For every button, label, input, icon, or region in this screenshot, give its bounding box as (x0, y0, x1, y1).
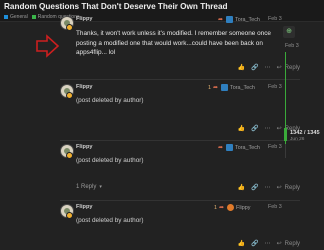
reply-icon: ↩ (276, 185, 282, 191)
topic-title[interactable]: Random Questions That Don't Deserve Thei… (4, 2, 324, 12)
post: Flippy 1 ➦ Tora_Tech Feb 3 (post deleted… (0, 84, 300, 136)
like-icon[interactable]: 👍 (238, 64, 245, 71)
reply-to-tab[interactable]: ➦ Tora_Tech (218, 144, 260, 151)
like-icon[interactable]: 👍 (238, 240, 245, 247)
user-avatar-icon (226, 16, 234, 23)
reply-to-tab[interactable]: 1 ➦ Flippy (214, 204, 250, 211)
post-date[interactable]: Feb 3 (268, 144, 282, 150)
reply-to-user: Flippy (236, 204, 251, 211)
timeline-position-date: Jun 26 (290, 137, 305, 142)
reply-to-tab[interactable]: 1 ➦ Tora_Tech (208, 84, 255, 91)
reply-to-user: Tora_Tech (230, 84, 255, 91)
post-body: Thanks, it won't work unless it's modifi… (76, 30, 271, 57)
reply-count: 1 (214, 204, 217, 211)
flair-badge-icon (66, 24, 73, 31)
post-divider (60, 79, 300, 80)
flair-badge-icon (66, 152, 73, 159)
link-icon[interactable]: 🔗 (251, 64, 258, 71)
timeline-scroll-handle[interactable] (284, 128, 287, 141)
post-date[interactable]: Feb 3 (268, 204, 282, 210)
more-icon[interactable]: ⋯ (265, 64, 271, 71)
fire-avatar-icon (227, 204, 235, 211)
reply-arrow-icon: ➦ (218, 145, 224, 151)
reply-icon: ↩ (276, 241, 282, 247)
like-icon[interactable]: 👍 (238, 125, 245, 132)
post-body: (post deleted by author) (76, 97, 144, 104)
user-avatar-icon (221, 84, 229, 91)
post: Flippy ➦ Tora_Tech Feb 3 Thanks, it won'… (0, 16, 300, 74)
more-icon[interactable]: ⋯ (265, 240, 271, 247)
reply-arrow-icon: ➦ (213, 85, 219, 91)
post-divider (60, 200, 300, 201)
topic-timeline: ⊕ Feb 3 1342 / 1345 Jun 26 (283, 26, 324, 250)
timeline-position: 1342 / 1345 (290, 130, 320, 136)
post-author[interactable]: Flippy (76, 16, 92, 22)
post-divider (60, 140, 300, 141)
reply-icon: ↩ (276, 65, 282, 71)
topic-nav-button[interactable]: ⊕ (283, 26, 295, 38)
flair-badge-icon (66, 92, 73, 99)
post-body: (post deleted by author) (76, 217, 144, 224)
post-author[interactable]: Flippy (76, 84, 92, 90)
replies-summary: 1 Reply (76, 184, 97, 190)
link-icon[interactable]: 🔗 (251, 184, 258, 191)
post-author[interactable]: Flippy (76, 204, 92, 210)
timeline-start-date[interactable]: Feb 3 (285, 43, 299, 49)
like-icon[interactable]: 👍 (238, 184, 245, 191)
post: Flippy ➦ Tora_Tech Feb 3 (post deleted b… (0, 144, 300, 200)
reply-to-user: Tora_Tech (235, 144, 260, 151)
reply-arrow-icon: ➦ (218, 17, 224, 23)
user-avatar-icon (226, 144, 234, 151)
post: Flippy 1 ➦ Flippy Feb 3 (post deleted by… (0, 204, 300, 250)
post-date[interactable]: Feb 3 (268, 16, 282, 22)
chevron-down-icon: ▾ (99, 184, 102, 190)
post-date[interactable]: Feb 3 (268, 84, 282, 90)
reply-count: 1 (208, 84, 211, 91)
more-icon[interactable]: ⋯ (265, 125, 271, 132)
link-icon[interactable]: 🔗 (251, 240, 258, 247)
flair-badge-icon (66, 212, 73, 219)
reply-to-user: Tora_Tech (235, 16, 260, 23)
replies-toggle[interactable]: 1 Reply ▾ (76, 184, 102, 190)
reply-arrow-icon: ➦ (219, 205, 225, 211)
link-icon[interactable]: 🔗 (251, 125, 258, 132)
reply-icon: ↩ (276, 126, 282, 132)
more-icon[interactable]: ⋯ (265, 184, 271, 191)
post-author[interactable]: Flippy (76, 144, 92, 150)
post-body: (post deleted by author) (76, 157, 144, 164)
reply-to-tab[interactable]: ➦ Tora_Tech (218, 16, 260, 23)
